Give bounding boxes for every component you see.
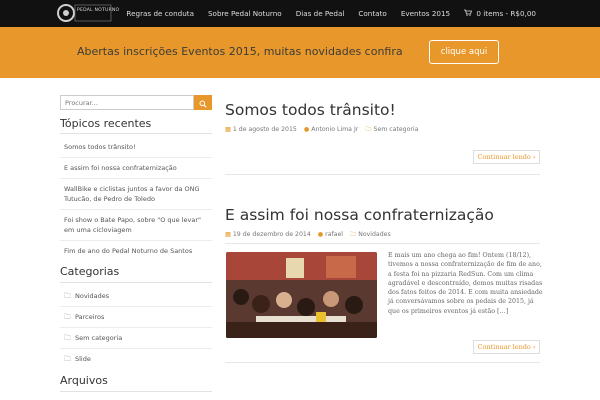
read-more-button[interactable]: Continuar lendo ›: [473, 340, 540, 354]
category-item[interactable]: 🗀 Slide: [60, 349, 212, 369]
nav-sobre[interactable]: Sobre Pedal Noturno: [201, 9, 289, 18]
categories-heading: Categorias: [60, 265, 120, 278]
category-item[interactable]: 🗀 Sem categoria: [60, 328, 212, 349]
nav-eventos[interactable]: Eventos 2015: [394, 9, 457, 18]
archives-heading: Arquivos: [60, 374, 108, 387]
chevron-right-icon: ›: [532, 153, 536, 161]
category-label: Slide: [75, 355, 91, 363]
post-date-text: 19 de dezembro de 2014: [232, 231, 311, 238]
search-form: [60, 95, 212, 110]
folder-icon: 🗀: [64, 313, 71, 321]
post-date-text: 1 de agosto de 2015: [232, 126, 297, 133]
recent-post-item[interactable]: Somos todos trânsito!: [60, 137, 212, 158]
post-author[interactable]: ● rafael: [318, 231, 343, 238]
post-author-text: rafael: [325, 231, 344, 238]
post-author[interactable]: ● Antonio Lima Jr: [304, 126, 359, 133]
read-more-label: Continuar lendo: [477, 153, 531, 161]
chevron-right-icon: ›: [532, 343, 536, 351]
folder-icon: 🗀: [64, 292, 71, 300]
cart-label: 0 items - R$0,00: [476, 9, 536, 18]
folder-icon: 🗀: [350, 231, 357, 238]
category-label: Parceiros: [75, 313, 105, 321]
category-item[interactable]: 🗀 Novidades: [60, 286, 212, 307]
banner-text: Abertas inscrições Eventos 2015, muitas …: [77, 45, 403, 58]
search-icon: [199, 93, 207, 112]
post-category[interactable]: 🗀 Novidades: [350, 229, 391, 240]
recent-posts-list: Somos todos trânsito! E assim foi nossa …: [60, 137, 212, 261]
post-divider: [225, 362, 540, 363]
category-label: Sem categoria: [75, 334, 123, 342]
folder-icon: 🗀: [64, 355, 71, 363]
site-logo[interactable]: PEDAL NOTURNO: [57, 2, 119, 24]
top-navbar: PEDAL NOTURNO Regras de conduta Sobre Pe…: [0, 0, 600, 27]
main-nav: Regras de conduta Sobre Pedal Noturno Di…: [119, 0, 600, 27]
cart-icon: [464, 9, 474, 18]
divider: [60, 133, 212, 134]
post-category-text: Novidades: [358, 231, 391, 238]
post-date[interactable]: ▦ 1 de agosto de 2015: [225, 126, 297, 133]
post-excerpt: E mais um ano chega ao fim! Ontem (18/12…: [388, 252, 543, 315]
logo-text: PEDAL NOTURNO: [77, 8, 120, 13]
user-icon: ●: [317, 231, 324, 238]
folder-icon: 🗀: [64, 334, 71, 342]
post-meta: ▦ 1 de agosto de 2015 ● Antonio Lima Jr 🗀 S…: [225, 124, 418, 135]
announcement-banner: Abertas inscrições Eventos 2015, muitas …: [0, 27, 600, 78]
recent-post-item[interactable]: WallBike e ciclistas juntos a favor da O…: [60, 179, 212, 210]
post-category[interactable]: 🗀 Sem categoria: [365, 124, 418, 135]
category-item[interactable]: 🗀 Parceiros: [60, 307, 212, 328]
post-divider: [225, 243, 540, 244]
post-meta: ▦ 19 de dezembro de 2014 ● rafael 🗀 Novidad…: [225, 229, 391, 240]
post-date[interactable]: ▦ 19 de dezembro de 2014: [225, 231, 311, 238]
nav-dias[interactable]: Dias de Pedal: [289, 9, 352, 18]
search-input[interactable]: [60, 95, 194, 110]
read-more-label: Continuar lendo: [477, 343, 531, 351]
recent-post-item[interactable]: E assim foi nossa confraternização: [60, 158, 212, 179]
post-title[interactable]: Somos todos trânsito!: [225, 101, 396, 119]
categories-list: 🗀 Novidades 🗀 Parceiros 🗀 Sem categoria 🗀 Sl…: [60, 286, 212, 369]
banner-button[interactable]: clique aqui: [429, 40, 499, 64]
recent-post-item[interactable]: Foi show o Bate Papo, sobre "O que levar…: [60, 210, 212, 241]
post-thumbnail[interactable]: [226, 252, 377, 338]
divider: [60, 282, 212, 283]
calendar-icon: ▦: [225, 126, 231, 133]
nav-contato[interactable]: Contato: [351, 9, 393, 18]
read-more-button[interactable]: Continuar lendo ›: [473, 150, 540, 164]
user-icon: ●: [303, 126, 310, 133]
cart-link[interactable]: 0 items - R$0,00: [457, 9, 600, 18]
divider: [60, 391, 212, 392]
post-divider: [225, 174, 540, 175]
post-category-text: Sem categoria: [373, 126, 419, 133]
calendar-icon: ▦: [225, 231, 231, 238]
recent-post-item[interactable]: Fim de ano do Pedal Noturno de Santos: [60, 241, 212, 261]
search-button[interactable]: [194, 95, 212, 110]
category-label: Novidades: [75, 292, 110, 300]
post-title[interactable]: E assim foi nossa confraternização: [225, 206, 494, 224]
folder-icon: 🗀: [365, 126, 372, 133]
nav-regras[interactable]: Regras de conduta: [119, 9, 201, 18]
post-author-text: Antonio Lima Jr: [311, 126, 359, 133]
recent-posts-heading: Tópicos recentes: [60, 117, 152, 130]
